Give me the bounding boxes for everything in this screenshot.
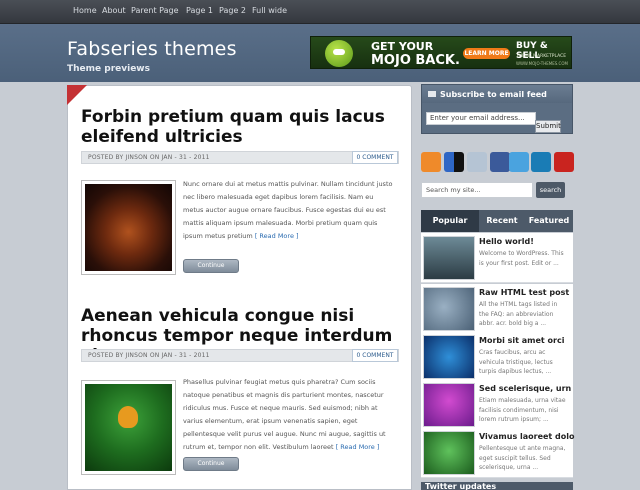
mojo-mascot-icon <box>325 40 353 67</box>
nav-full-wide[interactable]: Full wide <box>252 6 287 15</box>
tab-recent[interactable]: Recent <box>479 210 525 232</box>
post-thumbnail[interactable] <box>81 180 176 275</box>
list-item-title[interactable]: Sed scelerisque, urn <box>479 384 571 393</box>
delicious-icon[interactable] <box>444 152 464 172</box>
post-excerpt-text: Nunc ornare dui at metus mattis pulvinar… <box>183 180 393 240</box>
ad-line-1: GET YOUR <box>371 40 434 53</box>
ad-line-2: MOJO BACK. <box>371 53 460 68</box>
list-item-text: Cras faucibus, arcu ac vehicula tristiqu… <box>479 349 553 375</box>
rss-icon[interactable] <box>421 152 441 172</box>
list-item-text: All the HTML tags listed in the FAQ: an … <box>479 301 558 327</box>
ad-banner[interactable]: GET YOUR MOJO BACK. LEARN MORE BUY & SEL… <box>310 36 572 69</box>
post-meta: POSTED BY JINSON ON JAN - 31 - 2011 0 CO… <box>81 349 399 362</box>
site-title[interactable]: Fabseries themes <box>67 38 237 60</box>
list-item[interactable]: Sed scelerisque, urn Etiam malesuada, ur… <box>421 380 573 430</box>
post-meta: POSTED BY JINSON ON JAN - 31 - 2011 0 CO… <box>81 151 399 164</box>
list-item-title[interactable]: Morbi sit amet orci <box>479 336 564 345</box>
list-item-title[interactable]: Raw HTML test post <box>479 288 569 297</box>
list-item[interactable]: Raw HTML test post All the HTML tags lis… <box>421 284 573 334</box>
submit-button[interactable]: Submit <box>535 120 561 133</box>
list-item-title[interactable]: Vivamus laoreet dolo <box>479 432 575 441</box>
subscribe-box: Subscribe to email feed Enter your email… <box>421 84 573 134</box>
comment-count-link[interactable]: 0 COMMENT <box>352 349 398 362</box>
post-thumbnail[interactable] <box>423 383 475 427</box>
search-button[interactable]: search <box>536 182 565 198</box>
ad-learn-more-button[interactable]: LEARN MORE <box>463 48 510 59</box>
ad-marketplace: THEME MARKETPLACE <box>516 54 567 59</box>
email-field[interactable]: Enter your email address... <box>426 112 536 125</box>
list-item[interactable]: Vivamus laoreet dolo Pellentesque ut ant… <box>421 428 575 478</box>
post-meta-text: POSTED BY JINSON ON JAN - 31 - 2011 <box>88 154 210 161</box>
twitter-updates-title: Twitter updates <box>425 482 497 490</box>
facebook-icon[interactable] <box>490 152 510 172</box>
corner-ribbon <box>67 85 87 105</box>
subscribe-title: Subscribe to email feed <box>440 90 547 99</box>
site-tagline: Theme previews <box>67 64 150 74</box>
nav-page-2[interactable]: Page 2 <box>219 6 246 15</box>
post-meta-text: POSTED BY JINSON ON JAN - 31 - 2011 <box>88 352 210 359</box>
comment-count-link[interactable]: 0 COMMENT <box>352 151 398 164</box>
post-thumbnail[interactable] <box>423 431 475 475</box>
nav-page-1[interactable]: Page 1 <box>186 6 213 15</box>
digg-icon[interactable] <box>467 152 487 172</box>
sidebar-tabs: Popular Recent Featured <box>421 210 573 232</box>
post-title[interactable]: Forbin pretium quam quis lacus eleifend … <box>81 107 401 147</box>
twitter-icon[interactable] <box>509 152 529 172</box>
youtube-icon[interactable] <box>554 152 574 172</box>
ad-url: WWW.MOJO-THEMES.COM <box>516 61 568 66</box>
mail-icon <box>428 91 436 97</box>
nav-about[interactable]: About <box>102 6 126 15</box>
post-thumbnail[interactable] <box>423 335 475 379</box>
post-thumbnail[interactable] <box>423 236 475 280</box>
subscribe-header: Subscribe to email feed <box>422 85 572 103</box>
top-nav: Home About Parent Page Page 1 Page 2 Ful… <box>0 0 640 24</box>
list-item[interactable]: Hello world! Welcome to WordPress. This … <box>421 233 573 283</box>
twitter-updates-header: Twitter updates <box>421 482 573 490</box>
post-excerpt-text: Phasellus pulvinar feugiat metus quis ph… <box>183 378 386 451</box>
list-item-text: Pellentesque ut ante magna, eget suscipi… <box>479 445 566 471</box>
list-item-text: Welcome to WordPress. This is your first… <box>479 250 564 267</box>
post-excerpt: Nunc ornare dui at metus mattis pulvinar… <box>183 178 395 243</box>
post-thumbnail[interactable] <box>423 287 475 331</box>
read-more-link[interactable]: [ Read More ] <box>255 232 299 240</box>
continue-button[interactable]: Continue <box>183 457 239 471</box>
tab-featured[interactable]: Featured <box>525 210 573 232</box>
read-more-link[interactable]: [ Read More ] <box>336 443 380 451</box>
post-thumbnail[interactable] <box>81 380 176 475</box>
search-input[interactable]: Search my site... <box>421 182 533 198</box>
linkedin-icon[interactable] <box>531 152 551 172</box>
nav-parent-page[interactable]: Parent Page <box>131 6 179 15</box>
continue-button[interactable]: Continue <box>183 259 239 273</box>
nav-home[interactable]: Home <box>73 6 97 15</box>
list-item-title[interactable]: Hello world! <box>479 237 534 246</box>
list-item[interactable]: Morbi sit amet orci Cras faucibus, arcu … <box>421 332 573 382</box>
tab-popular[interactable]: Popular <box>421 210 479 232</box>
list-item-text: Etiam malesuada, urna vitae facilisis co… <box>479 397 566 423</box>
post-excerpt: Phasellus pulvinar feugiat metus quis ph… <box>183 376 395 454</box>
